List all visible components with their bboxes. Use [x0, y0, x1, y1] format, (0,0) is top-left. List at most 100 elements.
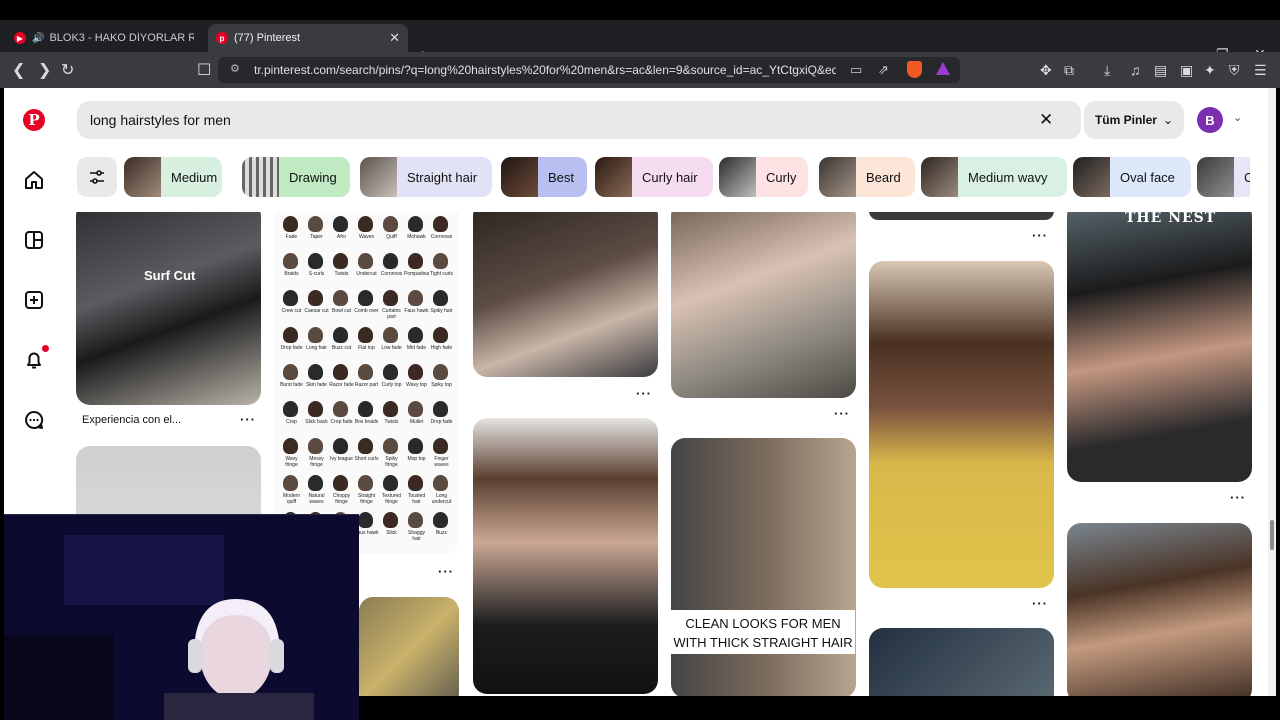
chart-head-thumb [358, 253, 373, 269]
leo-ai-icon[interactable]: ✦ [1204, 62, 1216, 79]
chip-label: Medium wavy [968, 169, 1048, 185]
pin-image[interactable] [473, 212, 658, 377]
chip-label: Curly hair [642, 169, 698, 185]
chip-label: C [1244, 169, 1250, 185]
chart-head-thumb [408, 216, 423, 232]
notifications-icon[interactable] [22, 348, 46, 372]
messages-icon[interactable] [22, 408, 46, 432]
reload-icon[interactable]: ↻ [61, 60, 74, 80]
vpn-icon[interactable]: ⛨ [1229, 62, 1240, 79]
chip-medium[interactable]: Medium [124, 157, 222, 197]
chip-drawing[interactable]: Drawing [242, 157, 350, 197]
pin-image[interactable] [869, 212, 1054, 220]
pin-image-hairstyle-chart[interactable]: Fade Taper Afro Waves Quiff Mohawk Cornrows Bra… [274, 212, 459, 554]
brave-shield-icon[interactable] [907, 61, 922, 78]
chart-style-label: Pompadour [404, 271, 429, 277]
forward-icon[interactable]: ❯ [38, 60, 51, 80]
filter-button[interactable] [77, 157, 117, 197]
menu-icon[interactable]: ☰ [1254, 62, 1267, 79]
url-bar[interactable]: ⚙ tr.pinterest.com/search/pins/?q=long%2… [218, 57, 960, 83]
chart-style-label: Box braids [354, 419, 379, 425]
chart-style-label: Waves [358, 234, 375, 240]
chart-head-thumb [308, 401, 323, 417]
home-icon[interactable] [22, 168, 46, 192]
chart-style-label: Spiky top [431, 382, 452, 388]
chip-medium-wavy[interactable]: Medium wavy [921, 157, 1067, 197]
chart-head-thumb [333, 438, 348, 454]
chart-style-label: Modern quiff [283, 493, 300, 505]
pin-more-button[interactable]: ··· [1032, 596, 1048, 611]
chart-head-thumb [408, 253, 423, 269]
pin-image[interactable] [869, 628, 1054, 696]
pin-image[interactable] [869, 261, 1054, 588]
chip-curly[interactable]: Curly [719, 157, 808, 197]
pin-more-button[interactable]: ··· [1032, 228, 1048, 243]
chart-head-thumb [433, 290, 448, 306]
chart-style-label: Fade [285, 234, 298, 240]
pin-overlay-text: Surf Cut [144, 268, 196, 283]
chip-oval-face[interactable]: Oval face [1073, 157, 1191, 197]
pin-image[interactable] [359, 597, 459, 696]
pin-more-button[interactable]: ··· [636, 386, 652, 401]
pin-image[interactable] [473, 418, 658, 694]
cast-icon[interactable]: ▭ [850, 62, 862, 78]
create-icon[interactable] [22, 288, 46, 312]
pinterest-logo-icon[interactable]: P [23, 109, 45, 131]
scrollbar[interactable] [1268, 88, 1276, 696]
chip-straight-hair[interactable]: Straight hair [360, 157, 492, 197]
account-chevron-icon[interactable]: ⌄ [1233, 111, 1242, 124]
pin-image-the-nest[interactable]: THE NEST [1067, 212, 1252, 482]
chip-more[interactable]: C [1197, 157, 1250, 197]
pin-more-button[interactable]: ··· [240, 412, 256, 427]
chart-style-label: Textured fringe [381, 493, 402, 505]
chart-style-label: Natural waves [308, 493, 325, 505]
chip-thumbnail [719, 157, 756, 197]
pin-more-button[interactable]: ··· [1230, 490, 1246, 505]
chart-style-label: Flat top [358, 345, 375, 351]
chip-thumbnail [360, 157, 397, 197]
clear-search-icon[interactable]: ✕ [1039, 110, 1053, 130]
extensions-icon[interactable]: ✥ [1040, 62, 1052, 79]
pin-scope-dropdown[interactable]: Tüm Pinler ⌄ [1084, 101, 1184, 139]
wallet-icon[interactable]: ▣ [1180, 62, 1193, 79]
chip-label: Best [548, 169, 575, 185]
scrollbar-thumb[interactable] [1270, 520, 1274, 550]
chip-curly-hair[interactable]: Curly hair [595, 157, 713, 197]
chart-style-label: Twists [384, 419, 399, 425]
tab-pinterest[interactable]: p (77) Pinterest ✕ [208, 24, 408, 52]
pin-more-button[interactable]: ··· [438, 564, 454, 579]
bookmark-icon[interactable]: ☐ [197, 60, 211, 80]
pin-image[interactable] [671, 212, 856, 398]
chip-best[interactable]: Best [501, 157, 587, 197]
close-tab-icon[interactable]: ✕ [389, 30, 400, 46]
sidebar-toggle-icon[interactable]: ▤ [1154, 62, 1167, 79]
chart-head-thumb [383, 364, 398, 380]
chart-head-thumb [358, 438, 373, 454]
media-icon[interactable]: ♫ [1130, 62, 1141, 78]
chart-head-thumb [383, 290, 398, 306]
pin-image-clean-looks[interactable]: CLEAN LOOKS FOR MEN WITH THICK STRAIGHT … [671, 438, 856, 696]
download-icon[interactable]: ⤓ [1104, 62, 1110, 79]
chip-beard[interactable]: Beard [819, 157, 915, 197]
chip-thumbnail [1197, 157, 1234, 197]
chart-style-label: Choppy fringe [332, 493, 351, 505]
pin-more-button[interactable]: ··· [834, 406, 850, 421]
scope-label: Tüm Pinler [1094, 113, 1157, 127]
avatar[interactable]: B [1197, 107, 1223, 133]
back-icon[interactable]: ❮ [12, 60, 25, 80]
pin-image[interactable] [1067, 523, 1252, 696]
brave-rewards-icon[interactable] [936, 62, 950, 75]
chart-style-label: Cornrows [430, 234, 453, 240]
pin-caption[interactable]: Experiencia con el... [82, 414, 181, 426]
chart-style-label: Wavy top [406, 382, 427, 388]
pin-image-surf-cut[interactable]: Surf Cut [76, 212, 261, 405]
chart-head-thumb [408, 438, 423, 454]
search-input[interactable]: long hairstyles for men [77, 101, 1081, 139]
screenshot-icon[interactable]: ⧉ [1064, 62, 1074, 79]
chart-style-label: Tight curls [430, 271, 453, 277]
speaker-icon[interactable]: 🔊 [32, 33, 44, 44]
site-info-icon[interactable]: ⚙ [230, 62, 240, 75]
tab-music[interactable]: ▶ 🔊 BLOK3 - HAKO DİYORLAR REMIX [6, 24, 202, 52]
share-icon[interactable]: ⇗ [878, 62, 889, 78]
explore-icon[interactable] [22, 228, 46, 252]
